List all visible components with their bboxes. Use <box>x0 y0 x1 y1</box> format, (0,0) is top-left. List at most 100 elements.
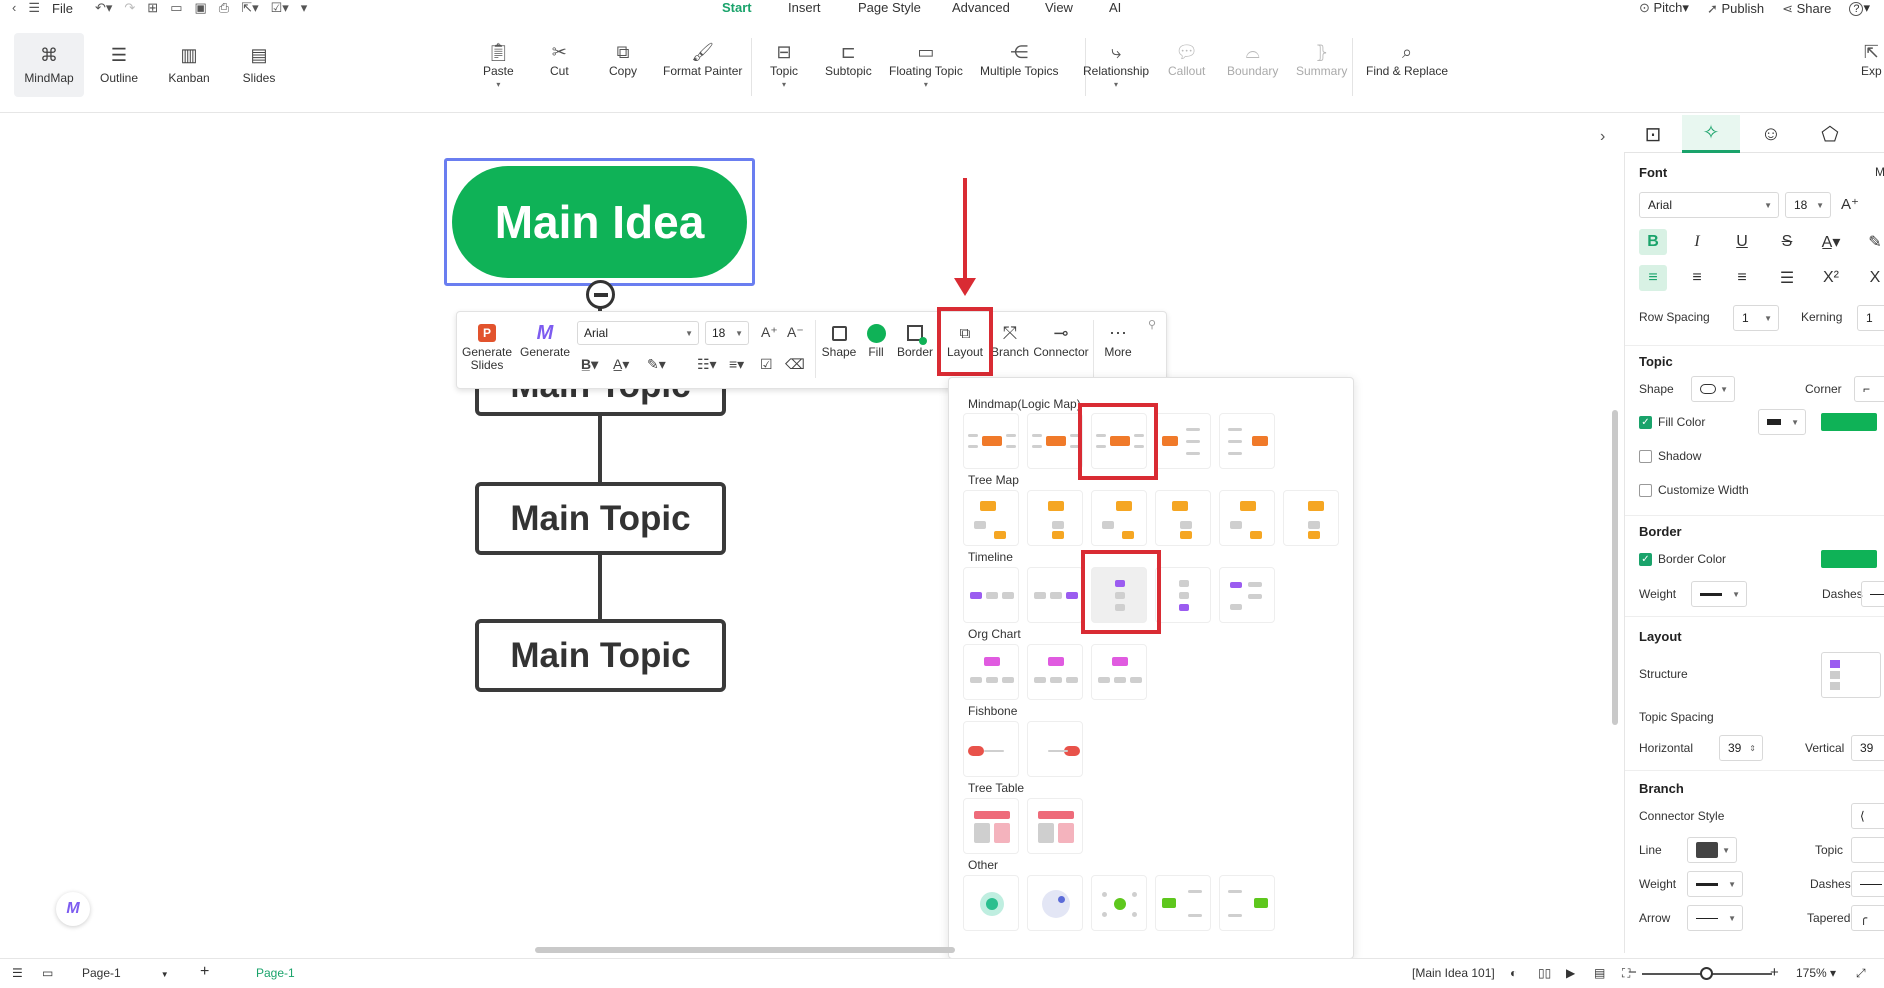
connector-button[interactable]: ⊸ Connector <box>1032 320 1090 359</box>
corner-select[interactable]: ⌐ <box>1854 376 1884 402</box>
floating-topic-button[interactable]: ▭ Floating Topic ▾ <box>889 40 963 89</box>
layout-option-mindmap-5[interactable] <box>1219 413 1275 469</box>
layout-option-other-1[interactable] <box>963 875 1019 931</box>
relationship-button[interactable]: ⤷ Relationship ▾ <box>1083 40 1149 89</box>
font-family-select[interactable]: Arial ▼ <box>577 321 699 345</box>
share-button[interactable]: ⋖ Share <box>1782 1 1831 16</box>
kerning-input[interactable]: 1 <box>1857 305 1884 331</box>
horizontal-spacing-input[interactable]: 39 ⇕ <box>1719 735 1763 761</box>
page-tab[interactable]: Page-1 <box>256 966 295 980</box>
align-right-icon[interactable]: ≡ <box>1728 265 1756 291</box>
layout-option-mindmap-2[interactable] <box>1027 413 1083 469</box>
text-color-icon[interactable]: A̲▾ <box>1817 229 1845 255</box>
callout-button[interactable]: 💬︎ Callout <box>1168 40 1205 78</box>
tab-theme[interactable]: ⬠ <box>1801 115 1859 153</box>
fill-button[interactable]: Fill <box>862 320 890 359</box>
main-topic-node[interactable]: Main Topic <box>475 482 726 555</box>
decrease-font-icon[interactable]: A⁻ <box>787 324 804 341</box>
align-icon[interactable]: ≡▾ <box>729 356 744 373</box>
boundary-button[interactable]: ⌓ Boundary <box>1227 40 1278 78</box>
more-button[interactable]: ⋯ More <box>1101 320 1135 359</box>
layout-option-org-chart-2[interactable] <box>1027 644 1083 700</box>
layout-option-other-2[interactable] <box>1027 875 1083 931</box>
font-size-select[interactable]: 18 ▼ <box>705 321 749 345</box>
checklist-icon[interactable]: ☑ <box>760 356 773 373</box>
canvas-horizontal-scrollbar[interactable] <box>535 947 955 953</box>
subscript-icon[interactable]: X <box>1861 265 1884 291</box>
paste-button[interactable]: 📋︎ Paste ▾ <box>483 40 514 89</box>
layout-option-tree-map-3[interactable] <box>1091 490 1147 546</box>
layout-option-fishbone-2[interactable] <box>1027 721 1083 777</box>
font-color-icon[interactable]: A̲▾ <box>613 356 629 373</box>
page-select[interactable]: Page-1 ▼ <box>82 966 169 980</box>
layout-option-timeline-1[interactable] <box>963 567 1019 623</box>
main-topic-node[interactable]: Main Topic <box>475 619 726 692</box>
main-idea-node[interactable]: Main Idea <box>452 166 747 278</box>
summary-button[interactable]: ⦄ Summary <box>1296 40 1347 78</box>
help-button[interactable]: ? ▾ <box>1849 0 1870 16</box>
list-icon[interactable]: ☷▾ <box>697 356 717 373</box>
justify-icon[interactable]: ☰ <box>1773 265 1801 291</box>
pitch-button[interactable]: ⊙ Pitch▾ <box>1639 0 1689 16</box>
border-weight-select[interactable]: ▼ <box>1691 581 1747 607</box>
underline-icon[interactable]: U <box>1728 229 1756 255</box>
italic-icon[interactable]: I <box>1683 229 1711 255</box>
tab-ai-format[interactable]: ✧ <box>1682 115 1740 153</box>
border-dashes-select[interactable] <box>1861 581 1884 607</box>
fill-color-checkbox[interactable]: ✓ <box>1639 416 1652 429</box>
layout-option-mindmap-1[interactable] <box>963 413 1019 469</box>
highlight-pen-icon[interactable]: ✎ <box>1861 229 1884 255</box>
branch-weight-select[interactable]: ▼ <box>1687 871 1743 897</box>
layout-option-tree-map-1[interactable] <box>963 490 1019 546</box>
layout-option-tree-map-5[interactable] <box>1219 490 1275 546</box>
structure-select[interactable] <box>1821 652 1881 698</box>
theme-toggle-icon[interactable]: ◐ <box>1510 966 1517 980</box>
view-kanban[interactable]: ▥ Kanban <box>154 33 224 97</box>
layout-option-timeline-5[interactable] <box>1219 567 1275 623</box>
layout-option-mindmap-4[interactable] <box>1155 413 1211 469</box>
border-color-checkbox[interactable]: ✓ <box>1639 553 1652 566</box>
fill-pattern-select[interactable]: ▼ <box>1758 409 1806 435</box>
fill-color-swatch[interactable] <box>1821 413 1877 431</box>
bold-icon[interactable]: B̲▾ <box>581 356 598 373</box>
add-page-icon[interactable]: + <box>200 963 209 981</box>
layout-option-tree-map-6[interactable] <box>1283 490 1339 546</box>
ai-assistant-button[interactable]: M <box>56 892 90 926</box>
align-center-icon[interactable]: ≡ <box>1683 265 1711 291</box>
border-color-swatch[interactable] <box>1821 550 1877 568</box>
topic-button[interactable]: ⊟ Topic ▾ <box>770 40 798 89</box>
view-slides[interactable]: ▤ Slides <box>224 33 294 97</box>
layout-option-timeline-4[interactable] <box>1155 567 1211 623</box>
layout-option-tree-table-1[interactable] <box>963 798 1019 854</box>
layout-option-org-chart-1[interactable] <box>963 644 1019 700</box>
tab-advanced[interactable]: Advanced <box>952 0 1010 15</box>
collapse-panel-chevron-icon[interactable]: › <box>1600 128 1605 146</box>
panel-size-select[interactable]: 18 ▼ <box>1785 192 1831 218</box>
zoom-out-icon[interactable]: − <box>1628 964 1637 981</box>
book-view-icon[interactable]: ▯▯ <box>1538 966 1551 980</box>
branch-button[interactable]: ⤧ Branch <box>991 320 1029 359</box>
multiple-topics-button[interactable]: ⋲ Multiple Topics <box>980 40 1058 78</box>
clear-format-icon[interactable]: ⌫ <box>785 356 805 373</box>
panel-shape-select[interactable]: ▼ <box>1691 376 1735 402</box>
generate-button[interactable]: M Generate <box>520 320 570 359</box>
tab-ai[interactable]: AI <box>1109 0 1121 15</box>
canvas-vertical-scrollbar[interactable] <box>1612 410 1618 725</box>
branch-dashes-select[interactable] <box>1851 871 1884 897</box>
shadow-checkbox[interactable] <box>1639 450 1652 463</box>
tab-insert[interactable]: Insert <box>788 0 821 15</box>
tab-page-style[interactable]: Page Style <box>858 0 921 15</box>
layout-option-other-4[interactable] <box>1155 875 1211 931</box>
layout-option-other-3[interactable] <box>1091 875 1147 931</box>
zoom-level[interactable]: 175% ▾ <box>1796 966 1836 980</box>
tab-style[interactable]: ⊡ <box>1624 115 1682 153</box>
layout-option-tree-map-4[interactable] <box>1155 490 1211 546</box>
subtopic-button[interactable]: ⊏ Subtopic <box>825 40 872 78</box>
shape-button[interactable]: Shape <box>821 320 857 359</box>
superscript-icon[interactable]: X² <box>1817 265 1845 291</box>
cut-button[interactable]: ✂ Cut <box>550 40 569 78</box>
copy-button[interactable]: ⧉ Copy <box>609 40 637 78</box>
layout-option-timeline-2[interactable] <box>1027 567 1083 623</box>
connector-style-select[interactable]: ⟨ <box>1851 803 1884 829</box>
customize-width-checkbox[interactable] <box>1639 484 1652 497</box>
